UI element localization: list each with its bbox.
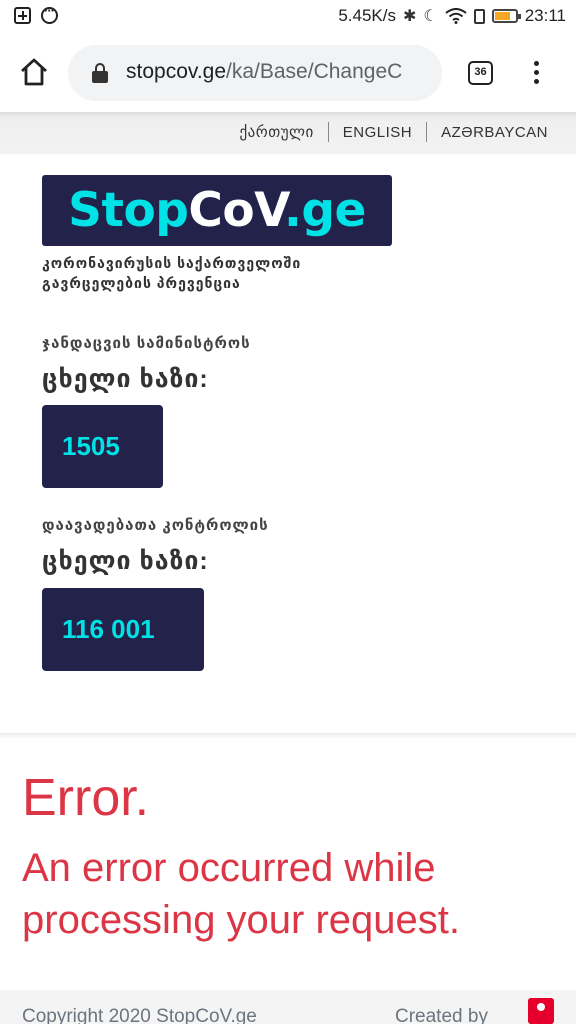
status-bar: 5.45K/s ✱ ☾ 23:11 [0, 0, 576, 36]
battery-icon [491, 9, 521, 23]
url-domain: stopcov.ge [126, 60, 227, 83]
bluetooth-icon: ✱ [402, 8, 417, 25]
lang-english-link[interactable]: ENGLISH [335, 124, 420, 141]
logo-part-cov: CoV [188, 183, 284, 238]
logo-part-stop: Stop [68, 183, 189, 238]
notification-add-icon [14, 7, 31, 24]
section-divider [0, 733, 576, 739]
control-hotline-title: ცხელი ხაზი: [42, 547, 209, 575]
sim-icon [473, 8, 485, 24]
wifi-icon [445, 8, 467, 24]
more-options-icon[interactable] [527, 58, 545, 88]
copyright-text: Copyright 2020 StopCoV.ge [22, 1006, 257, 1024]
lang-azerbaijani-link[interactable]: AZƏRBAYCAN [433, 124, 556, 141]
home-icon[interactable] [18, 56, 50, 88]
error-message: An error occurred while processing your … [22, 846, 461, 942]
url-path: /ka/Base/ChangeC [226, 60, 403, 83]
browser-toolbar: stopcov.ge/ka/Base/ChangeC 36 [0, 36, 576, 112]
language-bar: ქართული ENGLISH AZƏRBAYCAN [0, 112, 576, 154]
footer: Copyright 2020 StopCoV.ge Created by [0, 990, 576, 1024]
tab-switcher-button[interactable]: 36 [468, 61, 493, 85]
error-title: Error. [22, 769, 150, 827]
ministry-hotline-title: ცხელი ხაზი: [42, 365, 209, 393]
ministry-hotline-number[interactable]: 1505 [42, 405, 163, 488]
do-not-disturb-icon: ☾ [423, 8, 438, 25]
lang-georgian-link[interactable]: ქართული [231, 123, 321, 141]
stopcov-logo[interactable]: StopCoV.ge [42, 175, 392, 246]
creator-logo-icon[interactable] [528, 998, 554, 1024]
created-by-text: Created by [395, 1006, 488, 1024]
address-bar[interactable]: stopcov.ge/ka/Base/ChangeC [68, 45, 442, 101]
message-notification-icon [41, 3, 58, 24]
control-hotline-number[interactable]: 116 001 [42, 588, 204, 671]
url-text[interactable]: stopcov.ge/ka/Base/ChangeC [126, 60, 402, 84]
lang-divider [426, 122, 428, 142]
ministry-hotline-label: ჯანდაცვის სამინისტროს [42, 335, 251, 352]
logo-part-ge: .ge [284, 183, 366, 238]
control-hotline-label: დაავადებათა კონტროლის [42, 517, 269, 534]
clock: 23:11 [524, 6, 566, 25]
lock-icon[interactable] [92, 63, 108, 83]
site-subtitle: კორონავირუსის საქართველოში გავრცელების პ… [42, 255, 302, 291]
lang-divider [327, 122, 329, 142]
network-speed: 5.45K/s [338, 6, 396, 25]
